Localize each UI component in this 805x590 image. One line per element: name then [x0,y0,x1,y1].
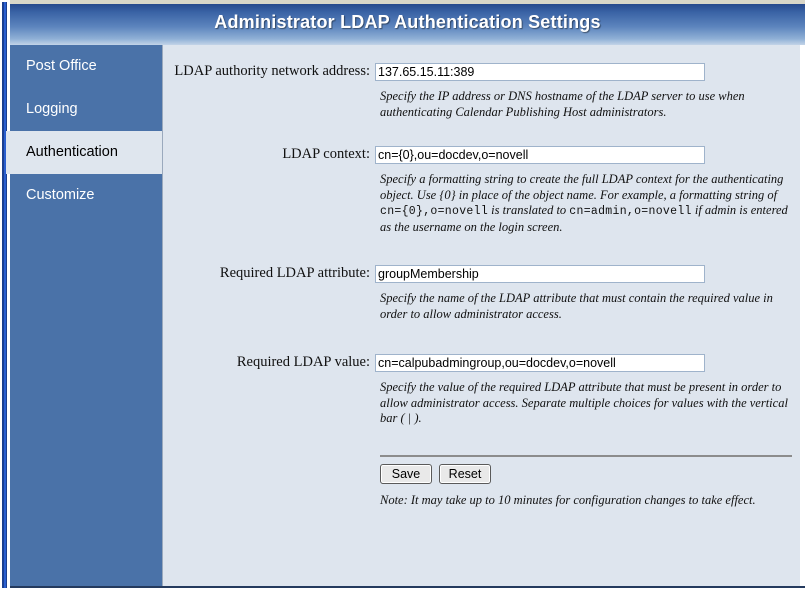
ldap-context-help: Specify a formatting string to create th… [380,172,792,235]
sidebar-item-label: Logging [26,101,78,117]
page-title: Administrator LDAP Authentication Settin… [214,12,601,32]
ldap-context-help-code-2: cn=admin,o=novell [569,205,692,218]
sidebar-item-post-office[interactable]: Post Office [10,45,162,88]
required-ldap-value-label: Required LDAP value: [236,354,370,370]
required-ldap-value-help: Specify the value of the required LDAP a… [380,380,788,425]
ldap-context-help-text-1: Specify a formatting string to create th… [380,172,784,202]
title-banner: Administrator LDAP Authentication Settin… [10,4,805,45]
left-edge-rail [0,0,10,590]
reset-button[interactable]: Reset [439,463,491,484]
sidebar-item-customize[interactable]: Customize [10,174,162,217]
save-button[interactable]: Save [380,463,432,484]
field-row-required-ldap-value: Required LDAP value: [163,354,800,372]
ldap-context-help-code-1: cn={0},o=novell [380,205,489,218]
required-ldap-attribute-input[interactable] [375,265,705,283]
required-ldap-attribute-help: Specify the name of the LDAP attribute t… [380,291,773,321]
ldap-authority-network-address-input[interactable] [375,63,705,81]
settings-content-panel: LDAP authority network address: Specify … [162,45,800,586]
field-row-ldap-context: LDAP context: [163,146,800,164]
ldap-context-help-text-2: is translated to [488,203,570,217]
sidebar-nav: Post Office Logging Authentication Custo… [6,45,162,586]
sidebar-item-label: Customize [26,187,95,203]
ldap-authority-network-address-label: LDAP authority network address: [174,63,370,79]
sidebar-item-authentication[interactable]: Authentication [6,131,162,174]
ldap-authority-network-address-help: Specify the IP address or DNS hostname o… [380,89,745,119]
sidebar-item-label: Post Office [26,58,97,74]
field-row-ldap-authority-network-address: LDAP authority network address: [163,63,800,81]
rail-line-inner [6,2,7,588]
actions-divider [380,454,792,457]
sidebar-item-logging[interactable]: Logging [10,88,162,131]
ldap-context-label: LDAP context: [282,146,370,162]
ldap-context-input[interactable] [375,146,705,164]
sidebar-item-label: Authentication [26,144,118,160]
required-ldap-attribute-label: Required LDAP attribute: [219,265,370,281]
required-ldap-value-input[interactable] [375,354,705,372]
field-row-required-ldap-attribute: Required LDAP attribute: [163,265,800,283]
window-bottom-border [10,586,805,588]
configuration-note: Note: It may take up to 10 minutes for c… [380,492,756,507]
ldap-authentication-settings-page: Administrator LDAP Authentication Settin… [0,0,805,590]
action-buttons: Save Reset [380,463,800,484]
